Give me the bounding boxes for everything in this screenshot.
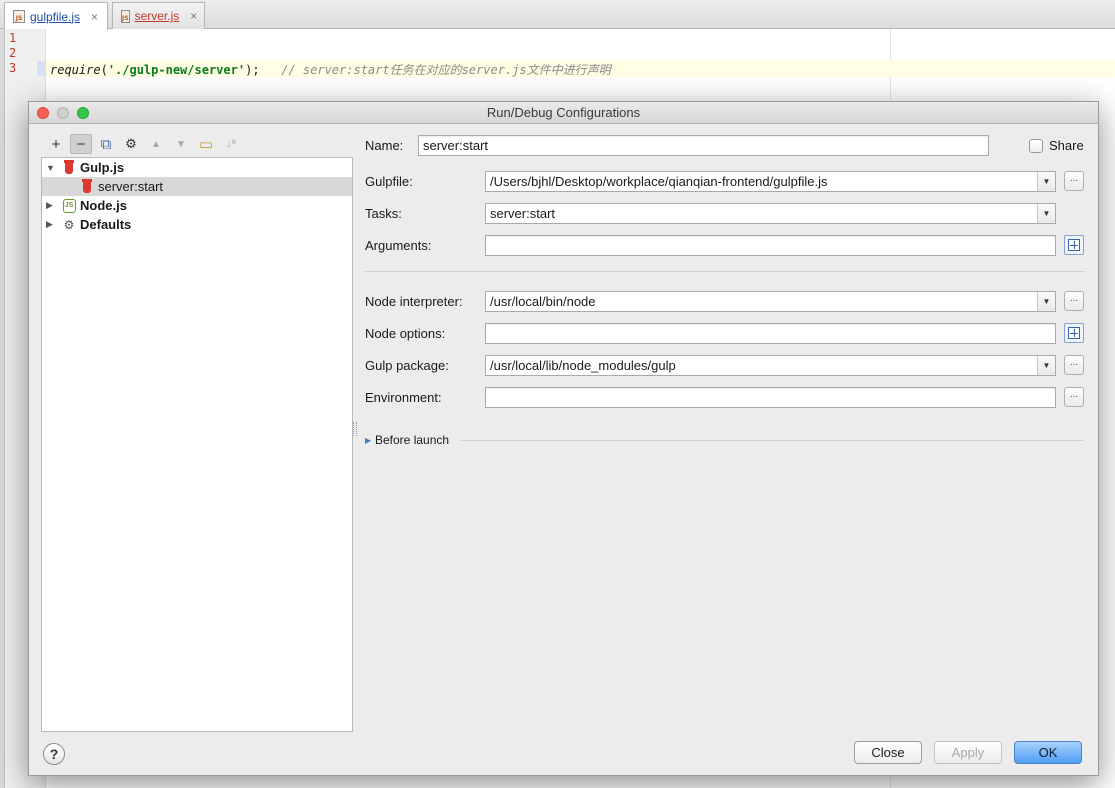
chevron-down-icon[interactable]: ▼ bbox=[1037, 204, 1055, 223]
arguments-label: Arguments: bbox=[365, 238, 432, 253]
browse-node-interpreter-button[interactable]: ... bbox=[1064, 291, 1084, 311]
dialog-title-bar[interactable]: Run/Debug Configurations bbox=[29, 102, 1098, 124]
code-line-3[interactable]: require('./gulp-new/server'); // server:… bbox=[50, 61, 611, 78]
zoom-window-icon[interactable] bbox=[77, 107, 89, 119]
config-toolbar: + − ⧉ ⚙ ▲ ▼ ▭ ↓ª bbox=[45, 134, 242, 154]
arguments-input[interactable] bbox=[485, 235, 1056, 256]
copy-icon[interactable]: ⧉ bbox=[95, 134, 117, 154]
expand-field-icon[interactable] bbox=[1064, 323, 1084, 343]
gulpfile-label: Gulpfile: bbox=[365, 174, 413, 189]
environment-label: Environment: bbox=[365, 390, 442, 405]
tree-item-label: Defaults bbox=[80, 217, 132, 232]
node-interpreter-label: Node interpreter: bbox=[365, 294, 463, 309]
close-icon[interactable]: × bbox=[91, 10, 98, 24]
tree-item-nodejs[interactable]: ▶ JS Node.js bbox=[42, 196, 352, 215]
browse-gulpfile-button[interactable]: ... bbox=[1064, 171, 1084, 191]
environment-input[interactable] bbox=[485, 387, 1056, 408]
close-button[interactable]: Close bbox=[854, 741, 922, 764]
before-launch-divider bbox=[461, 440, 1084, 441]
collapse-arrow-icon[interactable]: ▶ bbox=[46, 219, 56, 230]
close-window-icon[interactable] bbox=[37, 107, 49, 119]
tasks-select[interactable]: server:start ▼ bbox=[485, 203, 1056, 224]
gulp-icon bbox=[80, 178, 94, 194]
code-string: './gulp-new/server' bbox=[107, 63, 246, 77]
code-paren: ); bbox=[245, 63, 260, 77]
wrench-icon[interactable]: ⚙ bbox=[120, 134, 142, 154]
node-interpreter-select[interactable]: /usr/local/bin/node ▼ bbox=[485, 291, 1056, 312]
node-options-input[interactable] bbox=[485, 323, 1056, 344]
browse-environment-button[interactable]: ... bbox=[1064, 387, 1084, 407]
section-separator bbox=[365, 271, 1085, 272]
apply-button[interactable]: Apply bbox=[934, 741, 1002, 764]
before-launch-expand-icon[interactable]: ▶ bbox=[365, 436, 371, 445]
chevron-down-icon[interactable]: ▼ bbox=[1037, 292, 1055, 311]
gulpfile-select[interactable]: /Users/bjhl/Desktop/workplace/qianqian-f… bbox=[485, 171, 1056, 192]
dialog-title: Run/Debug Configurations bbox=[486, 105, 641, 120]
gulp-icon bbox=[62, 159, 76, 175]
tab-gulpfile-js[interactable]: JS gulpfile.js × bbox=[4, 2, 108, 30]
tree-item-label: server:start bbox=[98, 179, 164, 194]
collapse-arrow-icon[interactable]: ▶ bbox=[46, 200, 56, 211]
tasks-value: server:start bbox=[490, 206, 556, 221]
expand-field-icon[interactable] bbox=[1064, 235, 1084, 255]
node-interpreter-value: /usr/local/bin/node bbox=[490, 294, 596, 309]
code-fn: require bbox=[50, 63, 101, 77]
share-label: Share bbox=[1049, 138, 1084, 153]
code-paren: ( bbox=[100, 63, 108, 77]
gulp-package-value: /usr/local/lib/node_modules/gulp bbox=[490, 358, 676, 373]
tab-label: server.js bbox=[134, 9, 180, 23]
browse-gulp-package-button[interactable]: ... bbox=[1064, 355, 1084, 375]
move-up-icon[interactable]: ▲ bbox=[145, 134, 167, 154]
code-comment: // server:start任务在对应的server.js文件中进行声明 bbox=[281, 63, 611, 77]
tree-item-defaults[interactable]: ▶ ⚙ Defaults bbox=[42, 215, 352, 234]
caret-marker bbox=[37, 61, 45, 76]
add-icon[interactable]: + bbox=[45, 134, 67, 154]
share-checkbox[interactable] bbox=[1029, 139, 1043, 153]
folder-icon[interactable]: ▭ bbox=[195, 134, 217, 154]
move-down-icon[interactable]: ▼ bbox=[170, 134, 192, 154]
line-number: 3 bbox=[9, 61, 17, 75]
help-button[interactable]: ? bbox=[43, 743, 65, 765]
sort-icon[interactable]: ↓ª bbox=[220, 134, 242, 154]
chevron-down-icon[interactable]: ▼ bbox=[1037, 356, 1055, 375]
name-input[interactable]: server:start bbox=[418, 135, 989, 156]
wrench-icon: ⚙ bbox=[63, 217, 75, 232]
configuration-tree[interactable]: ▼ Gulp.js server:start ▶ JS Node.js ▶ ⚙ … bbox=[41, 157, 353, 732]
gulp-package-select[interactable]: /usr/local/lib/node_modules/gulp ▼ bbox=[485, 355, 1056, 376]
minimize-window-icon bbox=[57, 107, 69, 119]
before-launch-label[interactable]: Before launch bbox=[375, 433, 449, 447]
run-debug-configurations-dialog: Run/Debug Configurations + − ⧉ ⚙ ▲ ▼ ▭ ↓… bbox=[28, 101, 1099, 776]
line-number: 1 bbox=[9, 31, 17, 45]
nodejs-icon: JS bbox=[62, 198, 76, 213]
node-options-label: Node options: bbox=[365, 326, 446, 341]
panel-splitter-handle[interactable] bbox=[353, 422, 357, 436]
tree-item-gulp-js[interactable]: ▼ Gulp.js bbox=[42, 158, 352, 177]
expand-arrow-icon[interactable]: ▼ bbox=[46, 163, 56, 173]
editor-tab-bar: JS gulpfile.js × JS server.js × bbox=[0, 0, 1115, 30]
gulpfile-value: /Users/bjhl/Desktop/workplace/qianqian-f… bbox=[490, 174, 828, 189]
ok-button[interactable]: OK bbox=[1014, 741, 1082, 764]
js-file-icon: JS bbox=[121, 9, 130, 23]
tool-window-strip bbox=[0, 29, 5, 788]
chevron-down-icon[interactable]: ▼ bbox=[1037, 172, 1055, 191]
remove-icon[interactable]: − bbox=[70, 134, 92, 154]
tab-label: gulpfile.js bbox=[30, 9, 81, 24]
name-label: Name: bbox=[365, 138, 404, 153]
tab-server-js[interactable]: JS server.js × bbox=[112, 2, 205, 29]
line-number: 2 bbox=[9, 46, 17, 60]
js-file-icon: JS bbox=[13, 10, 25, 23]
tree-item-label: Gulp.js bbox=[80, 160, 125, 175]
close-icon[interactable]: × bbox=[190, 9, 197, 23]
gulp-package-label: Gulp package: bbox=[365, 358, 449, 373]
tasks-label: Tasks: bbox=[365, 206, 402, 221]
tree-item-label: Node.js bbox=[80, 198, 127, 213]
tree-item-server-start[interactable]: server:start bbox=[42, 177, 352, 196]
